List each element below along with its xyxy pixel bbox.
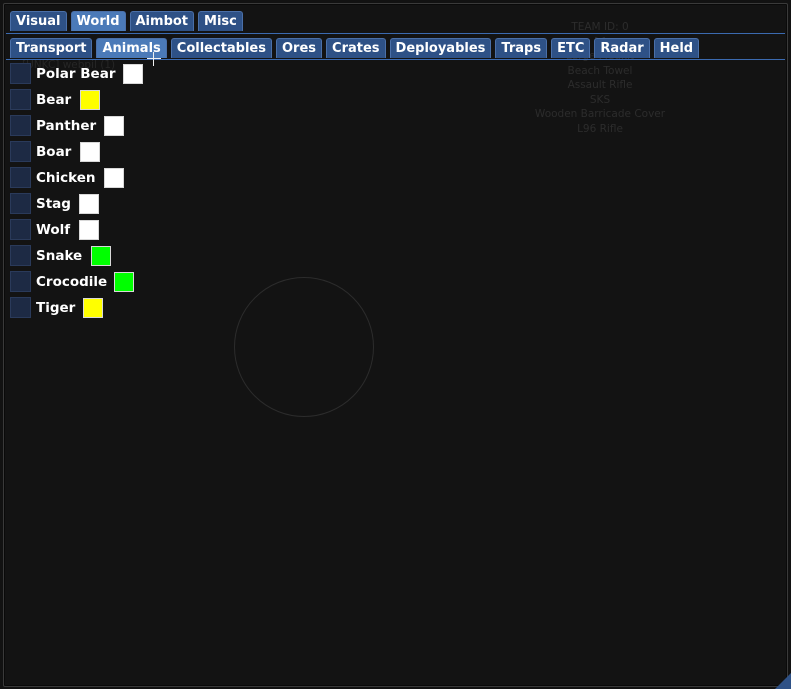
tab-held[interactable]: Held [653, 38, 700, 58]
checkbox-panther[interactable] [10, 115, 31, 136]
label-panther: Panther [36, 118, 97, 134]
resize-grip-icon[interactable] [775, 673, 791, 689]
color-swatch-wolf[interactable] [79, 220, 99, 240]
checkbox-snake[interactable] [10, 245, 31, 266]
main-tab-divider [6, 33, 785, 34]
tab-visual[interactable]: Visual [10, 11, 67, 31]
checkbox-chicken[interactable] [10, 167, 31, 188]
color-swatch-stag[interactable] [79, 194, 99, 214]
checkbox-stag[interactable] [10, 193, 31, 214]
color-swatch-bear[interactable] [80, 90, 100, 110]
label-polar-bear: Polar Bear [36, 66, 116, 82]
overlay-item: Assault Rifle [567, 79, 633, 91]
overlay-item: SKS [589, 93, 611, 106]
color-swatch-crocodile[interactable] [114, 272, 134, 292]
overlay-item: Beach Towel [567, 64, 633, 77]
label-chicken: Chicken [36, 170, 96, 186]
overlay-item: L96 Rifle [577, 122, 623, 135]
checkbox-polar-bear[interactable] [10, 63, 31, 84]
tab-deployables[interactable]: Deployables [389, 38, 492, 58]
color-swatch-tiger[interactable] [83, 298, 103, 318]
tab-collectables[interactable]: Collectables [170, 38, 272, 58]
label-tiger: Tiger [36, 300, 76, 316]
checkbox-crocodile[interactable] [10, 271, 31, 292]
tab-transport[interactable]: Transport [10, 38, 93, 58]
label-snake: Snake [36, 248, 83, 264]
fov-circle [234, 277, 374, 417]
color-swatch-polar-bear[interactable] [123, 64, 143, 84]
tab-ores[interactable]: Ores [276, 38, 323, 58]
main-tab-bar: Visual World Aimbot Misc [10, 11, 243, 33]
color-swatch-snake[interactable] [91, 246, 111, 266]
tab-traps[interactable]: Traps [495, 38, 548, 58]
label-stag: Stag [36, 196, 71, 212]
checkbox-tiger[interactable] [10, 297, 31, 318]
checkbox-wolf[interactable] [10, 219, 31, 240]
tab-aimbot[interactable]: Aimbot [129, 11, 195, 31]
tab-etc[interactable]: ETC [551, 38, 591, 58]
tab-radar[interactable]: Radar [594, 38, 650, 58]
label-crocodile: Crocodile [36, 274, 108, 290]
label-bear: Bear [36, 92, 72, 108]
checkbox-bear[interactable] [10, 89, 31, 110]
label-wolf: Wolf [36, 222, 71, 238]
sub-tab-divider [6, 59, 785, 60]
overlay-item: Wooden Barricade Cover [534, 108, 666, 120]
mouse-cursor-icon [147, 52, 161, 66]
label-boar: Boar [36, 144, 72, 160]
color-swatch-panther[interactable] [104, 116, 124, 136]
color-swatch-chicken[interactable] [104, 168, 124, 188]
tab-misc[interactable]: Misc [198, 11, 243, 31]
sub-tab-bar: Transport Animals Collectables Ores Crat… [10, 38, 700, 60]
color-swatch-boar[interactable] [80, 142, 100, 162]
tab-crates[interactable]: Crates [326, 38, 386, 58]
tab-world[interactable]: World [70, 11, 126, 31]
checkbox-boar[interactable] [10, 141, 31, 162]
